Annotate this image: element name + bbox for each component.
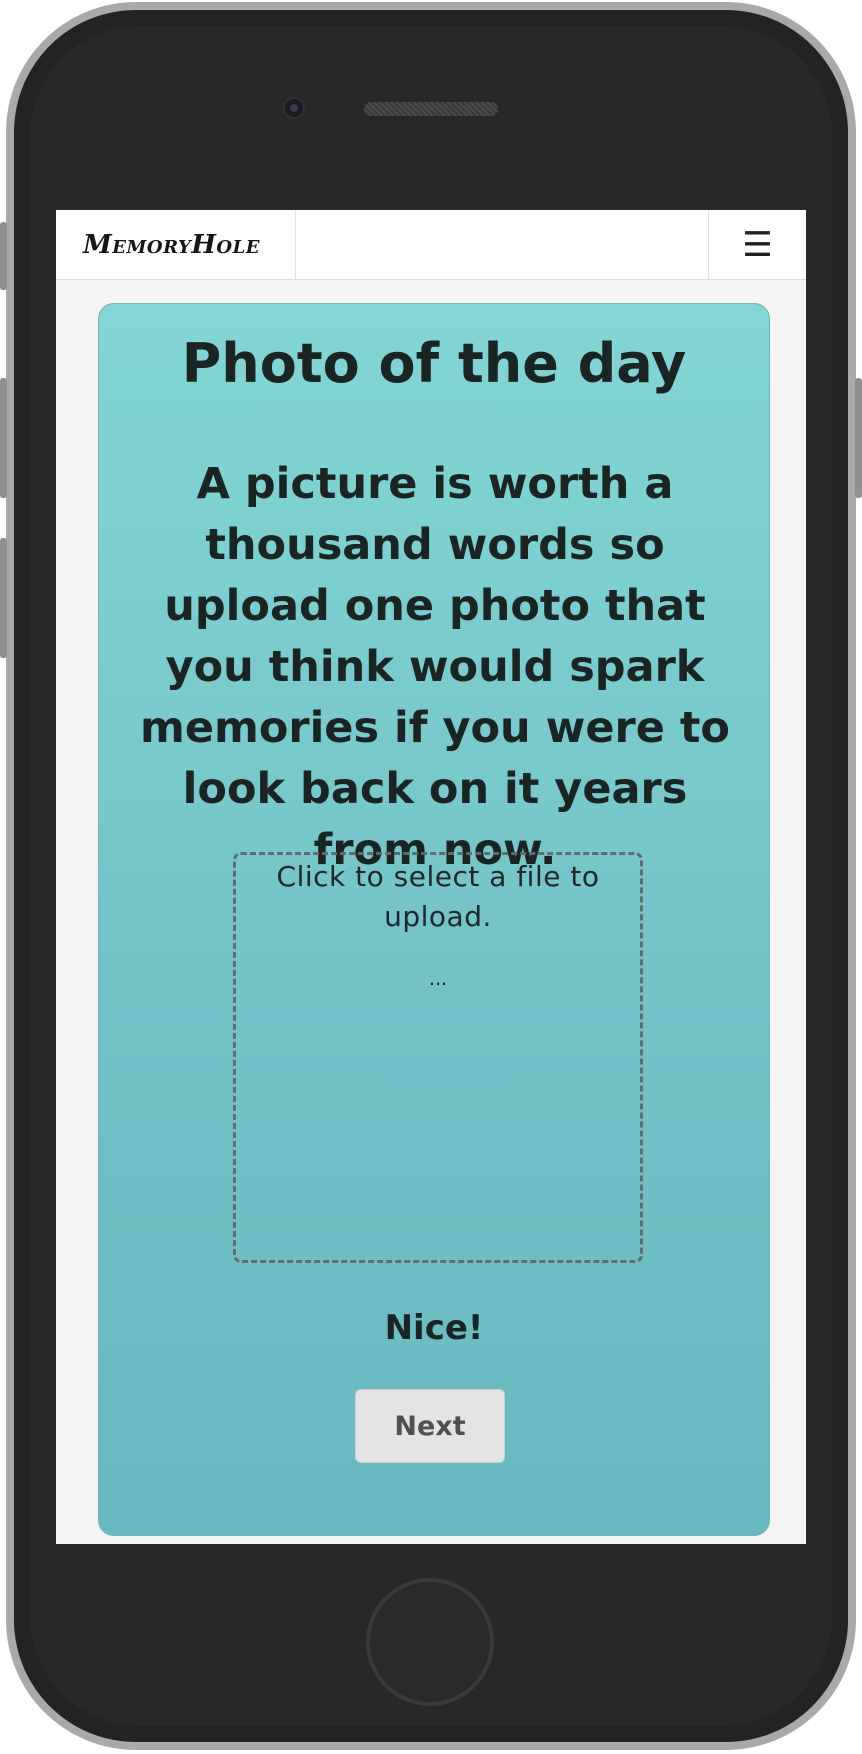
app-screen: MemoryHole ☰ Photo of the day A picture …	[56, 210, 806, 1544]
dropzone-label: Click to select a file to upload.	[276, 860, 600, 933]
feedback-text: Nice!	[384, 1308, 484, 1348]
card-title: Photo of the day	[181, 332, 687, 395]
dropzone-status: ...	[428, 965, 448, 990]
power-button	[855, 378, 862, 498]
next-button[interactable]: Next	[355, 1389, 505, 1463]
home-button	[366, 1578, 494, 1706]
hamburger-icon: ☰	[742, 226, 773, 264]
speaker-grille	[364, 102, 498, 116]
navbar: MemoryHole ☰	[56, 210, 806, 280]
volume-up-button	[0, 378, 7, 498]
brand-logo[interactable]: MemoryHole	[56, 210, 296, 280]
file-upload-dropzone[interactable]: Click to select a file to upload. ...	[233, 852, 643, 1263]
hamburger-menu-button[interactable]: ☰	[708, 210, 806, 280]
front-camera-icon	[283, 97, 305, 119]
photo-of-the-day-card: Photo of the day A picture is worth a th…	[98, 303, 770, 1536]
card-prompt: A picture is worth a thousand words so u…	[140, 459, 730, 875]
volume-down-button	[0, 538, 7, 658]
mute-switch	[0, 222, 7, 290]
